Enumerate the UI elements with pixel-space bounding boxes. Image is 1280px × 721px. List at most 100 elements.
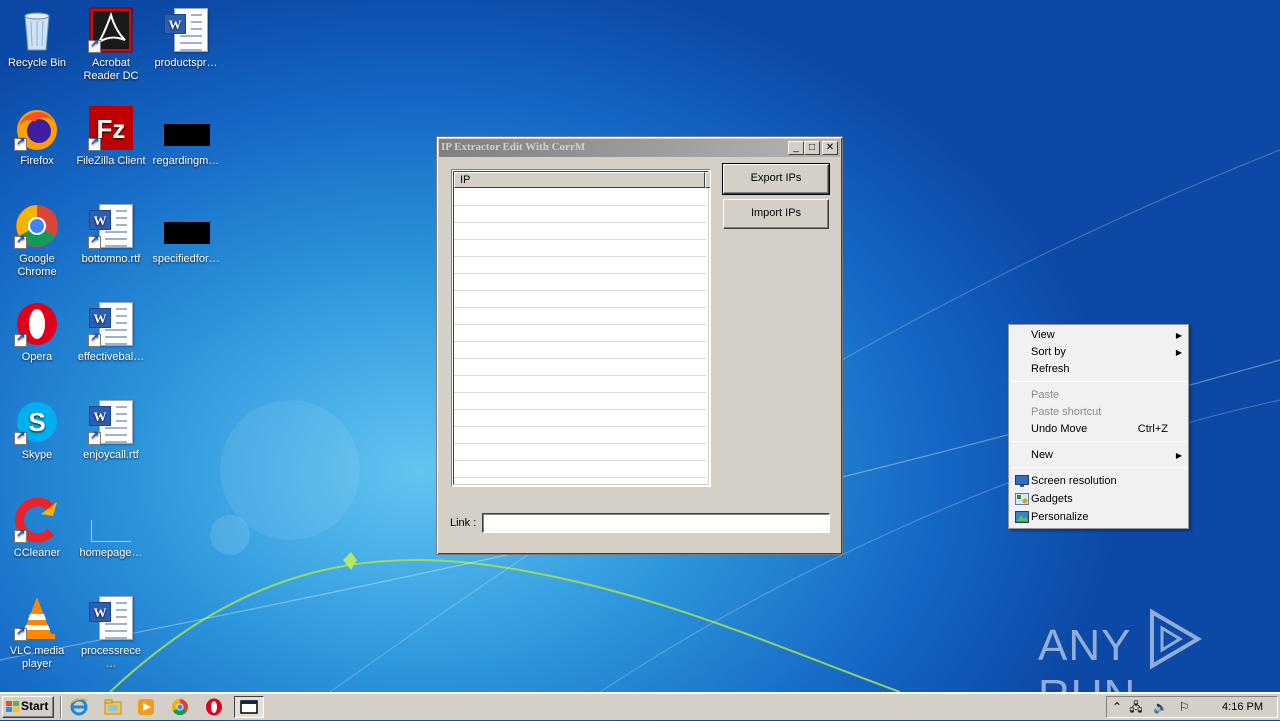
menu-item-undo-move[interactable]: Undo Move Ctrl+Z: [1011, 421, 1186, 438]
desktop-icon-label: processrece…: [81, 645, 141, 670]
list-row[interactable]: [454, 359, 706, 376]
opera-taskbar-icon[interactable]: [204, 697, 224, 717]
desktop-icon-acrobat-reader[interactable]: Acrobat Reader DC: [74, 6, 148, 83]
desktop-icon-skype[interactable]: S Skype: [0, 398, 74, 462]
close-button[interactable]: ✕: [822, 141, 838, 155]
menu-item-paste[interactable]: Paste: [1011, 387, 1186, 404]
internet-explorer-icon[interactable]: [69, 697, 89, 717]
menu-separator: [1011, 467, 1186, 468]
start-button[interactable]: Start: [2, 696, 54, 718]
menu-item-new[interactable]: New ▶: [1011, 447, 1186, 464]
list-row[interactable]: [454, 189, 706, 206]
ccleaner-icon: [13, 496, 61, 544]
window-app-icon: [240, 700, 258, 714]
list-row[interactable]: [454, 223, 706, 240]
clock[interactable]: 4:16 PM: [1222, 701, 1263, 713]
menu-item-paste-shortcut[interactable]: Paste shortcut: [1011, 404, 1186, 421]
minimize-button[interactable]: _: [788, 141, 804, 155]
list-row[interactable]: [454, 393, 706, 410]
menu-item-sort-by[interactable]: Sort by ▶: [1011, 344, 1186, 361]
desktop-icon-specifiedfor[interactable]: specifiedfor…: [149, 202, 223, 266]
menu-item-label: Paste: [1031, 389, 1060, 401]
list-row[interactable]: [454, 427, 706, 444]
menu-item-label: Gadgets: [1031, 493, 1073, 505]
desktop-icon-google-chrome[interactable]: Google Chrome: [0, 202, 74, 279]
list-row[interactable]: [454, 444, 706, 461]
list-row[interactable]: [454, 206, 706, 223]
column-header-ip[interactable]: IP: [454, 172, 705, 188]
desktop-icon-homepage[interactable]: homepage…: [74, 496, 148, 560]
menu-item-refresh[interactable]: Refresh: [1011, 361, 1186, 378]
shortcut-arrow-icon: [14, 528, 27, 543]
desktop-icon-filezilla[interactable]: Fz FileZilla Client: [74, 104, 148, 168]
list-row[interactable]: [454, 461, 706, 478]
file-explorer-icon[interactable]: [103, 697, 123, 717]
menu-item-gadgets[interactable]: Gadgets: [1011, 491, 1186, 508]
firefox-icon: [13, 104, 61, 152]
desktop-icon-opera[interactable]: Opera: [0, 300, 74, 364]
shortcut-arrow-icon: [14, 430, 27, 445]
menu-item-label: Paste shortcut: [1031, 406, 1102, 418]
desktop-icon-enjoycall[interactable]: W enjoycall.rtf: [74, 398, 148, 462]
desktop-icon-recycle-bin[interactable]: Recycle Bin: [0, 6, 74, 70]
desktop-icon-label: homepage…: [79, 547, 143, 559]
title-bar[interactable]: IP Extractor Edit With CorrM _ □ ✕: [439, 139, 840, 157]
svg-text:S: S: [28, 407, 45, 437]
list-row[interactable]: [454, 257, 706, 274]
list-row[interactable]: [454, 376, 706, 393]
list-row[interactable]: [454, 240, 706, 257]
desktop-icon-label: enjoycall.rtf: [83, 449, 139, 461]
shortcut-arrow-icon: [14, 626, 27, 641]
menu-item-label: Refresh: [1031, 363, 1070, 375]
list-row[interactable]: [454, 274, 706, 291]
desktop-icon-label: Skype: [21, 449, 53, 461]
menu-item-view[interactable]: View ▶: [1011, 327, 1186, 344]
menu-separator: [1011, 381, 1186, 382]
window-title: IP Extractor Edit With CorrM: [441, 141, 586, 153]
desktop-icon-bottomno[interactable]: W bottomno.rtf: [74, 202, 148, 266]
export-ips-button[interactable]: Export IPs: [722, 163, 830, 195]
list-row[interactable]: [454, 308, 706, 325]
windows-logo-icon: [6, 701, 19, 713]
skype-icon: S: [13, 398, 61, 446]
desktop-icon-productspr[interactable]: W productspr…: [149, 6, 223, 70]
desktop-icon-label: bottomno.rtf: [81, 253, 141, 265]
opera-icon: [13, 300, 61, 348]
vlc-cone-icon: [13, 594, 61, 642]
active-window-taskbar-button[interactable]: [234, 696, 264, 718]
list-row[interactable]: [454, 410, 706, 427]
desktop-icon-label: Recycle Bin: [7, 57, 67, 69]
desktop-icon-regardingm[interactable]: regardingm…: [149, 104, 223, 168]
desktop-icon-label: productspr…: [154, 57, 218, 69]
show-hidden-icons-icon[interactable]: ⌃: [1110, 700, 1124, 714]
menu-item-personalize[interactable]: Personalize: [1011, 509, 1186, 526]
maximize-button[interactable]: □: [804, 141, 820, 155]
desktop-icon-firefox[interactable]: Firefox: [0, 104, 74, 168]
import-ips-button[interactable]: Import IPs: [723, 199, 829, 229]
chrome-taskbar-icon[interactable]: [170, 697, 190, 717]
menu-item-screen-resolution[interactable]: Screen resolution: [1011, 473, 1186, 490]
network-icon[interactable]: 🖧: [1129, 700, 1143, 714]
desktop-icon-processrece[interactable]: W processrece…: [74, 594, 148, 671]
list-row[interactable]: [454, 342, 706, 359]
menu-item-label: Personalize: [1031, 511, 1089, 523]
volume-icon[interactable]: 🔈: [1153, 700, 1168, 714]
ip-list-view[interactable]: IP: [451, 169, 711, 487]
desktop-icon-ccleaner[interactable]: CCleaner: [0, 496, 74, 560]
desktop-icon-label: FileZilla Client: [76, 155, 146, 167]
desktop-context-menu: View ▶ Sort by ▶ Refresh Paste Paste sho…: [1008, 324, 1189, 529]
ip-extractor-window[interactable]: IP Extractor Edit With CorrM _ □ ✕ IP Ex…: [436, 136, 843, 555]
desktop-icon-vlc[interactable]: VLC media player: [0, 594, 74, 671]
shortcut-arrow-icon: [88, 430, 101, 445]
media-player-icon[interactable]: [136, 697, 156, 717]
list-row[interactable]: [454, 325, 706, 342]
menu-item-label: Undo Move: [1031, 423, 1088, 435]
desktop-icon-effectivebal[interactable]: W effectivebal…: [74, 300, 148, 364]
redacted-file-icon: [162, 104, 210, 152]
submenu-arrow-icon: ▶: [1175, 348, 1182, 357]
link-input[interactable]: [482, 513, 830, 533]
action-center-flag-icon[interactable]: ⚐: [1177, 700, 1191, 714]
list-row[interactable]: [454, 291, 706, 308]
shortcut-arrow-icon: [88, 332, 101, 347]
menu-item-label: New: [1031, 449, 1054, 461]
